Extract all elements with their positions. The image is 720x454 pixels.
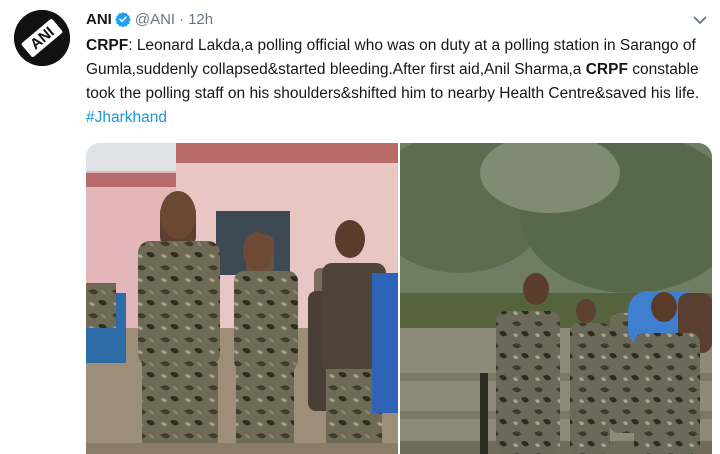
- tweet-text-bold: CRPF: [585, 61, 628, 78]
- account-name[interactable]: ANI: [86, 11, 112, 28]
- hashtag-link[interactable]: #Jharkhand: [86, 109, 167, 126]
- tweet-card[interactable]: ANI ANI @ANI · 12h CRPF: Leonard Lakda,a…: [0, 0, 720, 454]
- verified-badge-icon: [115, 11, 131, 27]
- photo-constable-carrying-official[interactable]: [400, 143, 712, 454]
- tweet-text-bold: CRPF: [86, 37, 129, 54]
- tweet-text: CRPF: Leonard Lakda,a polling official w…: [86, 34, 706, 130]
- avatar[interactable]: ANI: [14, 10, 70, 66]
- separator-dot: ·: [179, 10, 185, 28]
- tweet-header: ANI @ANI · 12h: [86, 9, 213, 29]
- photo-group-soldiers[interactable]: [86, 143, 398, 454]
- chevron-down-icon[interactable]: [690, 10, 710, 30]
- account-handle[interactable]: @ANI: [135, 11, 175, 28]
- tweet-timestamp[interactable]: 12h: [188, 11, 213, 28]
- media-grid: [86, 143, 712, 454]
